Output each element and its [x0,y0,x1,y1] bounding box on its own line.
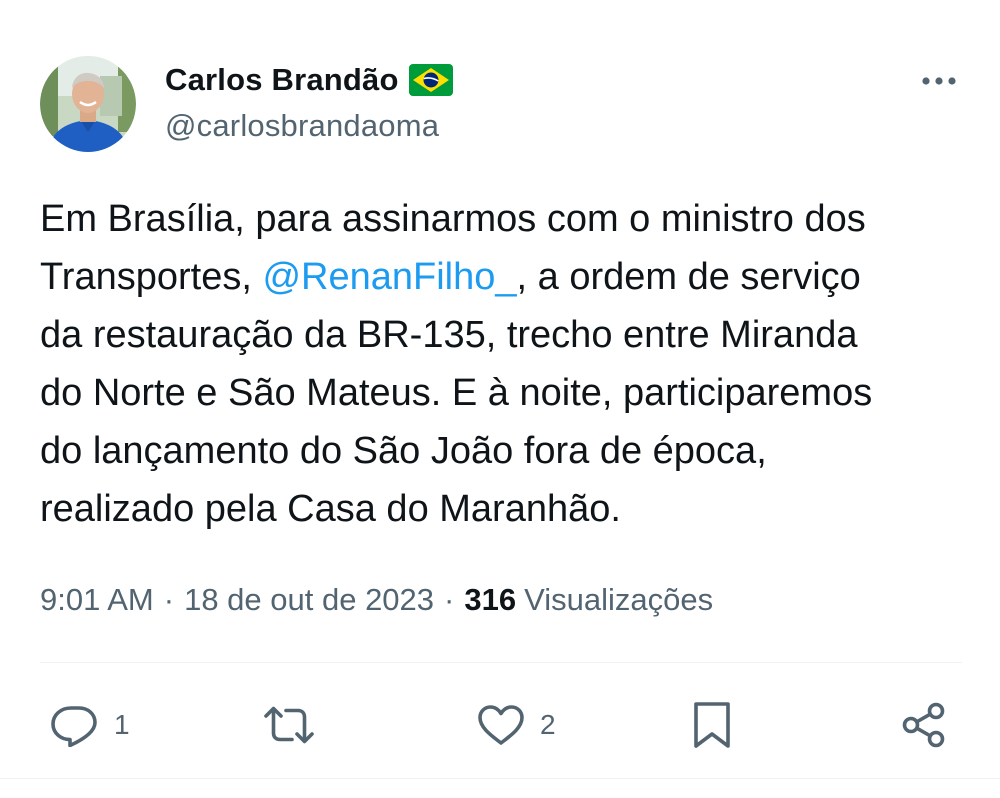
tweet-date[interactable]: 18 de out de 2023 [184,582,434,618]
tweet-text-line: do Norte e São Mateus. E à noite, partic… [40,372,873,414]
avatar-photo [40,56,136,152]
more-options-button[interactable] [918,64,960,98]
share-button[interactable] [900,690,948,760]
share-icon [902,702,945,748]
brazil-flag-icon [408,64,453,96]
like-button[interactable]: 2 [476,690,556,760]
tweet-actions: 1 2 [0,690,1000,760]
heart-icon [478,705,524,745]
meta-separator: · [444,582,455,617]
views-count: 316 [464,582,517,617]
tweet-text-line: Transportes, @RenanFilho_, a ordem de se… [40,256,861,298]
divider [40,662,962,663]
bookmark-icon [694,702,730,748]
author-name-row: Carlos Brandão [165,58,453,102]
retweet-button[interactable] [262,690,330,760]
more-icon [922,77,956,85]
tweet-text: Em Brasília, para assinarmos com o minis… [40,190,970,538]
tweet-meta: 9:01 AM · 18 de out de 2023 · 316 Visual… [40,578,713,622]
tweet-text-line: realizado pela Casa do Maranhão. [40,488,621,530]
tweet-text-line: Em Brasília, para assinarmos com o minis… [40,198,866,240]
tweet-time[interactable]: 9:01 AM [40,582,154,618]
tweet: Carlos Brandão @carlosbrandaoma Em Brasí… [0,0,1000,798]
author-display-name[interactable]: Carlos Brandão [165,62,399,98]
author-handle[interactable]: @carlosbrandaoma [165,108,439,144]
reply-icon [51,706,97,747]
views-label: Visualizações [524,582,714,617]
meta-separator: · [163,582,175,617]
tweet-text-line: do lançamento do São João fora de época, [40,430,767,472]
like-count: 2 [540,709,556,740]
retweet-icon [264,706,314,744]
reply-button[interactable]: 1 [50,690,130,760]
bottom-divider [0,778,1000,779]
tweet-text-line: da restauração da BR-135, trecho entre M… [40,314,858,356]
avatar[interactable] [40,56,136,152]
bookmark-button[interactable] [690,690,734,760]
mention-link[interactable]: @RenanFilho_ [262,256,516,298]
reply-count: 1 [114,709,130,740]
